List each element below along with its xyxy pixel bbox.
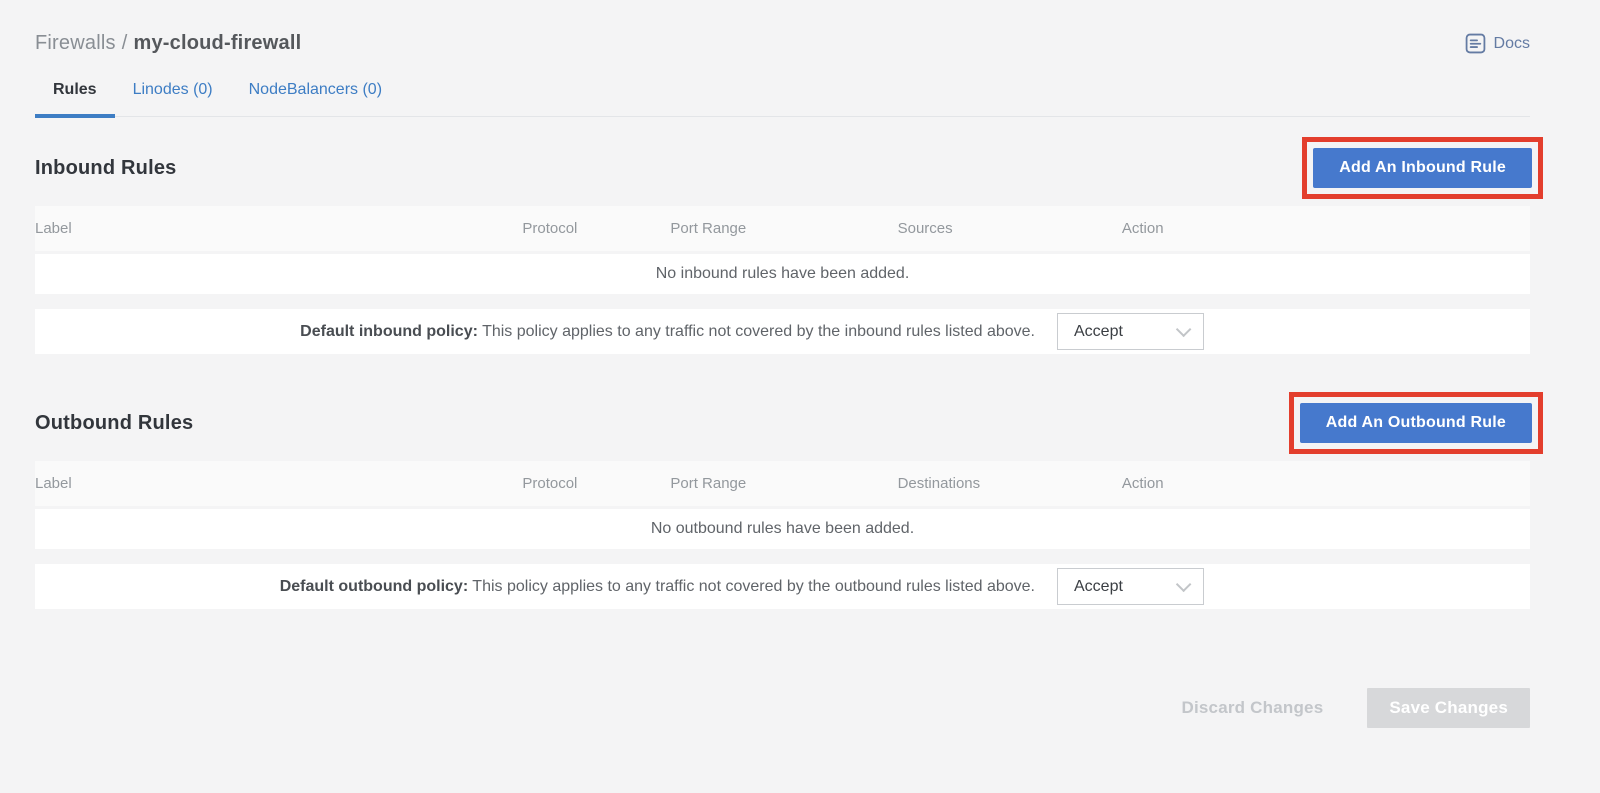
outbound-section-header: Outbound Rules Add An Outbound Rule	[35, 392, 1530, 454]
inbound-rules-title: Inbound Rules	[35, 157, 176, 180]
inbound-table-header-row: Label Protocol Port Range Sources Action	[35, 206, 1530, 251]
inbound-policy-row: Default inbound policy: This policy appl…	[35, 309, 1530, 354]
outbound-empty-text: No outbound rules have been added.	[651, 520, 914, 538]
outbound-header-destinations: Destinations	[898, 475, 1122, 492]
outbound-table-header-row: Label Protocol Port Range Destinations A…	[35, 461, 1530, 506]
inbound-rules-table: Label Protocol Port Range Sources Action…	[35, 206, 1530, 354]
chevron-down-icon	[1176, 322, 1192, 338]
tab-linodes[interactable]: Linodes (0)	[115, 81, 231, 116]
discard-changes-button[interactable]: Discard Changes	[1167, 698, 1337, 718]
tab-nodebalancers[interactable]: NodeBalancers (0)	[231, 81, 400, 116]
tab-bar: Rules Linodes (0) NodeBalancers (0)	[35, 81, 1530, 117]
outbound-rules-table: Label Protocol Port Range Destinations A…	[35, 461, 1530, 609]
outbound-policy-text: This policy applies to any traffic not c…	[472, 578, 1035, 595]
breadcrumb-separator: /	[122, 32, 128, 54]
breadcrumb: Firewalls /my-cloud-firewall	[35, 32, 301, 55]
inbound-header-action: Action	[1122, 220, 1530, 237]
outbound-policy-select[interactable]: Accept	[1057, 568, 1204, 605]
inbound-policy-description: Default inbound policy: This policy appl…	[300, 323, 1035, 341]
footer-actions: Discard Changes Save Changes	[35, 688, 1530, 728]
add-inbound-rule-button[interactable]: Add An Inbound Rule	[1313, 148, 1532, 188]
inbound-section-header: Inbound Rules Add An Inbound Rule	[35, 137, 1530, 199]
outbound-header-protocol: Protocol	[522, 475, 670, 492]
inbound-policy-text: This policy applies to any traffic not c…	[482, 323, 1035, 340]
outbound-policy-row: Default outbound policy: This policy app…	[35, 564, 1530, 609]
inbound-policy-select[interactable]: Accept	[1057, 313, 1204, 350]
docs-link-label: Docs	[1494, 35, 1530, 53]
inbound-empty-row: No inbound rules have been added.	[35, 254, 1530, 294]
docs-link[interactable]: Docs	[1465, 33, 1530, 54]
outbound-policy-label: Default outbound policy:	[280, 578, 468, 595]
breadcrumb-firewall-name: my-cloud-firewall	[133, 32, 301, 54]
tab-rules[interactable]: Rules	[35, 81, 115, 116]
chevron-down-icon	[1176, 577, 1192, 593]
outbound-annotation-highlight: Add An Outbound Rule	[1289, 392, 1543, 454]
outbound-header-action: Action	[1122, 475, 1530, 492]
inbound-header-label: Label	[35, 220, 522, 237]
firewall-detail-page: Firewalls /my-cloud-firewall Docs Rules L…	[0, 0, 1600, 728]
outbound-header-label: Label	[35, 475, 522, 492]
inbound-header-port-range: Port Range	[670, 220, 897, 237]
breadcrumb-firewalls-link[interactable]: Firewalls	[35, 32, 116, 54]
add-outbound-rule-button[interactable]: Add An Outbound Rule	[1300, 403, 1532, 443]
inbound-annotation-highlight: Add An Inbound Rule	[1302, 137, 1543, 199]
topbar: Firewalls /my-cloud-firewall Docs	[35, 32, 1530, 55]
inbound-policy-label: Default inbound policy:	[300, 323, 478, 340]
save-changes-button[interactable]: Save Changes	[1367, 688, 1530, 728]
inbound-policy-selected-value: Accept	[1074, 323, 1123, 341]
outbound-rules-title: Outbound Rules	[35, 412, 193, 435]
outbound-empty-row: No outbound rules have been added.	[35, 509, 1530, 549]
outbound-policy-selected-value: Accept	[1074, 578, 1123, 596]
inbound-empty-text: No inbound rules have been added.	[656, 265, 910, 283]
inbound-header-protocol: Protocol	[522, 220, 670, 237]
docs-icon	[1465, 33, 1486, 54]
outbound-header-port-range: Port Range	[670, 475, 897, 492]
inbound-header-sources: Sources	[898, 220, 1122, 237]
outbound-policy-description: Default outbound policy: This policy app…	[280, 578, 1035, 596]
